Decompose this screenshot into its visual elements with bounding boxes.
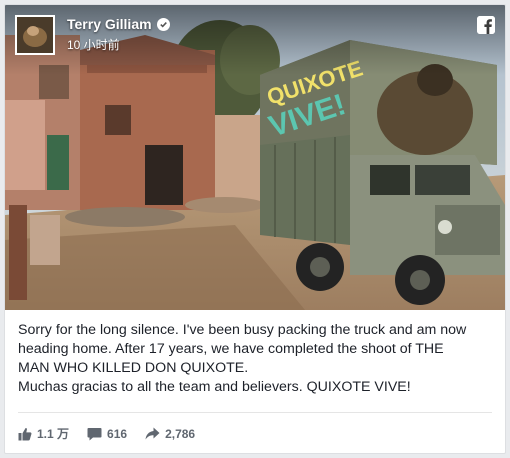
shares-count: 2,786 xyxy=(165,426,196,441)
facebook-logo-icon[interactable] xyxy=(477,16,495,34)
shares-stat[interactable]: 2,786 xyxy=(145,427,195,441)
share-arrow-icon xyxy=(145,427,160,440)
post-text-line: Muchas gracias to all the team and belie… xyxy=(18,379,411,395)
comments-count: 616 xyxy=(107,426,128,441)
engagement-stats: 1.1 万 616 2,786 xyxy=(18,425,213,442)
post-text-line: heading home. After 17 years, we have co… xyxy=(18,341,444,357)
author-name[interactable]: Terry Gilliam xyxy=(67,16,152,32)
likes-stat[interactable]: 1.1 万 xyxy=(18,425,69,442)
post-card: QUIXOTE VIVE! Terry Gilliam 10 小时前 Sorry… xyxy=(4,4,506,454)
post-timestamp[interactable]: 10 小时前 xyxy=(67,36,120,53)
post-header: Terry Gilliam 10 小时前 xyxy=(5,5,505,65)
comments-stat[interactable]: 616 xyxy=(87,427,127,441)
verified-check-icon xyxy=(156,17,170,31)
comment-bubble-icon xyxy=(87,427,102,440)
likes-count: 1.1 万 xyxy=(37,427,70,441)
avatar[interactable] xyxy=(15,15,55,55)
post-text-line: MAN WHO KILLED DON QUIXOTE. xyxy=(18,360,249,376)
author-line: Terry Gilliam xyxy=(67,16,170,32)
post-text: Sorry for the long silence. I've been bu… xyxy=(18,321,493,397)
divider xyxy=(18,412,492,413)
post-text-line: Sorry for the long silence. I've been bu… xyxy=(18,322,467,338)
thumbs-up-icon xyxy=(18,427,32,440)
